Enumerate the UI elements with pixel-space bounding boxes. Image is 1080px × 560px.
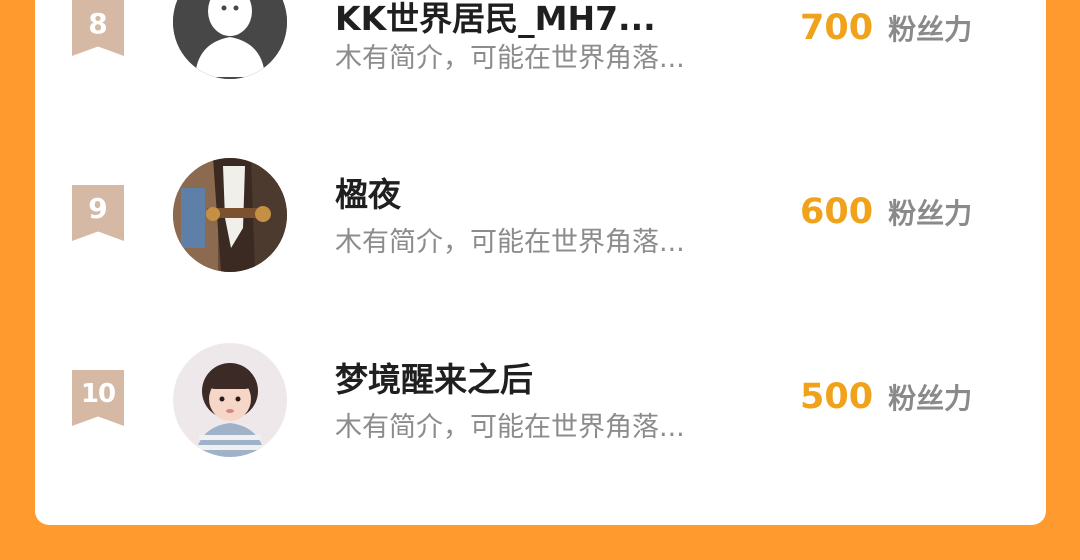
score-value: 700 bbox=[800, 8, 874, 48]
horse-photo-avatar[interactable] bbox=[173, 158, 287, 272]
score-unit: 粉丝力 bbox=[888, 197, 973, 230]
ranking-row-10[interactable]: 10 梦境醒来之后 木有简介，可能在世界角落... 500 粉丝力 bbox=[35, 335, 1046, 485]
child-photo-avatar[interactable] bbox=[173, 343, 287, 457]
score-value: 600 bbox=[800, 192, 874, 232]
rank-badge: 10 bbox=[72, 370, 124, 426]
fan-power-score: 700 粉丝力 bbox=[800, 8, 972, 48]
ranking-card: 8 KK世界居民_MH7... 木有简介，可能在世界角落... 700 粉丝力 … bbox=[35, 0, 1046, 525]
user-name[interactable]: 梦境醒来之后 bbox=[335, 353, 533, 401]
rank-badge: 9 bbox=[72, 185, 124, 241]
score-value: 500 bbox=[800, 377, 874, 417]
user-name[interactable]: KK世界居民_MH7... bbox=[335, 0, 656, 40]
fan-power-score: 500 粉丝力 bbox=[800, 377, 972, 417]
ranking-row-9[interactable]: 9 楹夜 木有简介，可能在世界角落... 600 粉丝力 bbox=[35, 150, 1046, 300]
score-unit: 粉丝力 bbox=[888, 382, 973, 415]
user-bio: 木有简介，可能在世界角落... bbox=[335, 43, 685, 74]
ranking-row-8[interactable]: 8 KK世界居民_MH7... 木有简介，可能在世界角落... 700 粉丝力 bbox=[35, 0, 1046, 130]
score-unit: 粉丝力 bbox=[888, 13, 973, 46]
user-bio: 木有简介，可能在世界角落... bbox=[335, 412, 685, 443]
rank-badge: 8 bbox=[72, 0, 124, 56]
default-avatar-icon[interactable] bbox=[173, 0, 287, 79]
user-bio: 木有简介，可能在世界角落... bbox=[335, 227, 685, 258]
fan-power-score: 600 粉丝力 bbox=[800, 192, 972, 232]
user-name[interactable]: 楹夜 bbox=[335, 168, 401, 216]
